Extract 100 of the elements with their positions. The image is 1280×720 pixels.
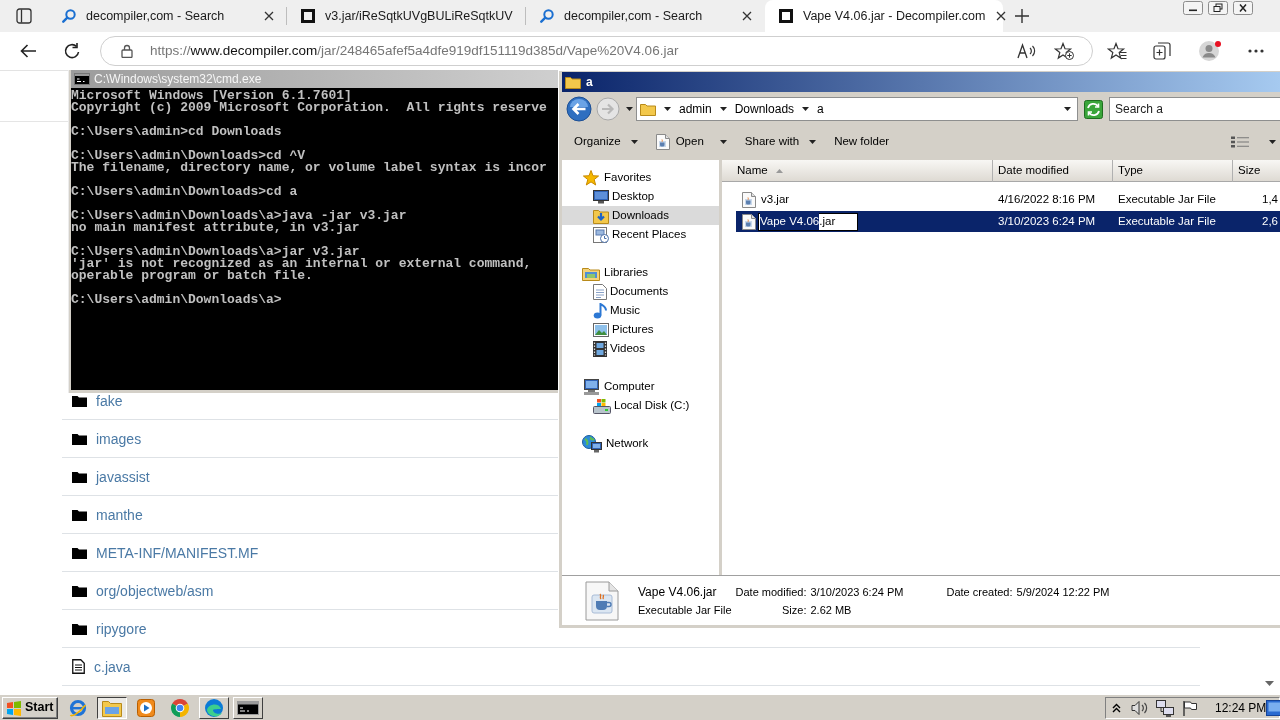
back-icon[interactable] bbox=[19, 43, 37, 59]
nav-item[interactable]: Downloads bbox=[562, 206, 719, 225]
refresh-icon[interactable] bbox=[1084, 99, 1103, 119]
nav-item[interactable]: Libraries bbox=[562, 263, 719, 282]
address-field[interactable]: admin Downloads a bbox=[636, 97, 1078, 121]
entry-link[interactable]: manthe bbox=[96, 506, 143, 523]
favorites-icon[interactable] bbox=[1107, 42, 1127, 60]
taskbar-button[interactable] bbox=[97, 696, 127, 719]
back-icon[interactable] bbox=[566, 96, 592, 122]
console-line: C:\Users\admin\Downloads\a>jar v3.jar bbox=[71, 246, 360, 258]
console-icon bbox=[74, 73, 90, 85]
breadcrumb-item[interactable]: admin bbox=[679, 100, 712, 118]
column-header[interactable]: Date modified bbox=[993, 160, 1113, 182]
nav-item[interactable]: Favorites bbox=[562, 168, 719, 187]
caret-icon[interactable] bbox=[1269, 140, 1276, 144]
column-header[interactable]: Type bbox=[1113, 160, 1233, 182]
new-tab-icon[interactable] bbox=[1015, 9, 1029, 23]
java-file-icon bbox=[742, 191, 756, 208]
column-header[interactable]: Size bbox=[1233, 160, 1280, 182]
search-field[interactable]: Search a bbox=[1109, 97, 1280, 121]
scroll-down-arrow-icon[interactable] bbox=[1265, 681, 1274, 686]
console-line: operable program or batch file. bbox=[71, 270, 314, 282]
nav-item[interactable]: Network bbox=[562, 434, 719, 453]
close-icon[interactable] bbox=[264, 11, 274, 21]
nav-item[interactable]: Computer bbox=[562, 377, 719, 396]
toolbar-button[interactable]: Organize bbox=[570, 130, 642, 154]
browser-tab[interactable]: v3.jar/iReSqtkUVgBULiReSqtkUV bbox=[287, 0, 525, 32]
file-name: Vape V4.06.jar bbox=[638, 583, 718, 601]
lock-icon[interactable] bbox=[121, 44, 133, 58]
clock[interactable]: 12:24 PM bbox=[1215, 698, 1267, 717]
start-button[interactable]: Start bbox=[2, 696, 58, 719]
dropdown-caret-icon[interactable] bbox=[1064, 107, 1071, 111]
star-icon bbox=[582, 168, 600, 187]
entry-link[interactable]: javassist bbox=[96, 468, 150, 485]
speaker-icon[interactable] bbox=[1131, 699, 1149, 716]
breadcrumb-arrow-icon[interactable] bbox=[719, 107, 727, 111]
file-row[interactable]: Vape V4.06.jar 3/10/2023 6:24 PM Executable Jar File 2,6 bbox=[736, 211, 1280, 232]
more-icon[interactable] bbox=[1248, 49, 1264, 53]
nav-item[interactable]: Pictures bbox=[562, 320, 719, 339]
collections-icon[interactable] bbox=[1153, 42, 1171, 60]
film-icon bbox=[593, 340, 607, 357]
file-type: Executable Jar File bbox=[638, 602, 732, 618]
entry-link[interactable]: META-INF/MANIFEST.MF bbox=[96, 544, 259, 561]
file-type: Executable Jar File bbox=[1117, 213, 1217, 229]
toolbar-button[interactable]: New folder bbox=[830, 130, 894, 154]
refresh-icon[interactable] bbox=[63, 42, 81, 60]
toolbar-button[interactable]: Open bbox=[651, 130, 731, 154]
file-name: v3.jar bbox=[761, 191, 790, 207]
folder-icon bbox=[72, 622, 87, 635]
console-line: no main manifest attribute, in v3.jar bbox=[71, 222, 360, 234]
minimize-icon[interactable] bbox=[1183, 1, 1203, 15]
folder-icon bbox=[72, 584, 87, 597]
close-icon[interactable] bbox=[742, 11, 752, 21]
file-row[interactable]: v3.jar 4/16/2022 8:16 PM Executable Jar File 1,4 bbox=[736, 189, 1280, 210]
entry-link[interactable]: ripygore bbox=[96, 620, 147, 637]
java-file-icon bbox=[585, 580, 619, 621]
nav-item[interactable]: Music bbox=[562, 301, 719, 320]
breadcrumb-item[interactable]: Downloads bbox=[734, 100, 795, 118]
detail-value: 5/9/2024 12:22 PM bbox=[1015, 584, 1110, 600]
rename-field[interactable]: Vape V4.06.jar bbox=[758, 212, 858, 231]
view-options-icon[interactable] bbox=[1231, 136, 1249, 148]
breadcrumb-arrow-icon[interactable] bbox=[664, 107, 671, 111]
show-desktop-icon[interactable] bbox=[1266, 699, 1280, 716]
breadcrumb-item[interactable]: a bbox=[817, 100, 824, 118]
restore-icon[interactable] bbox=[1208, 1, 1228, 15]
nav-item[interactable]: Videos bbox=[562, 339, 719, 358]
breadcrumb-arrow-icon[interactable] bbox=[802, 107, 810, 111]
profile-avatar-icon[interactable] bbox=[1198, 40, 1222, 62]
read-aloud-icon[interactable] bbox=[1017, 43, 1037, 59]
detail-value: 2.62 MB bbox=[809, 602, 853, 618]
toolbar-button[interactable]: Share with bbox=[740, 130, 821, 154]
entry-link[interactable]: c.java bbox=[94, 658, 131, 675]
browser-tab[interactable]: Vape V4.06.jar - Decompiler.com bbox=[765, 0, 1003, 32]
window-close-icon[interactable] bbox=[1233, 1, 1253, 15]
browser-tab[interactable]: decompiler,com - Search bbox=[526, 0, 764, 32]
nav-item[interactable]: Documents bbox=[562, 282, 719, 301]
folder-icon bbox=[640, 102, 656, 116]
column-header[interactable]: Name bbox=[722, 160, 993, 182]
recent-pages-caret-icon[interactable] bbox=[626, 107, 633, 111]
console-line: C:\Users\admin\Downloads>cd a bbox=[71, 186, 299, 198]
window-title: a bbox=[586, 74, 593, 91]
nav-item[interactable]: Recent Places bbox=[562, 225, 719, 244]
tab-actions-icon[interactable] bbox=[16, 8, 32, 24]
network-icon[interactable] bbox=[1156, 698, 1174, 717]
square-logo-icon bbox=[779, 9, 793, 23]
browser-tab[interactable]: decompiler,com - Search bbox=[48, 0, 286, 32]
show-hidden-icons-icon[interactable] bbox=[1112, 702, 1121, 713]
flag-icon[interactable] bbox=[1182, 699, 1198, 716]
entry-link[interactable]: org/objectweb/asm bbox=[96, 582, 214, 599]
folder-icon bbox=[72, 470, 87, 483]
document-icon bbox=[593, 283, 607, 300]
entry-link[interactable]: images bbox=[96, 430, 142, 447]
nav-item[interactable]: Desktop bbox=[562, 187, 719, 206]
console-line: Microsoft Windows [Version 6.1.7601] bbox=[71, 90, 352, 102]
console-line: C:\Users\admin\Downloads\a>java -jar v3.jar bbox=[71, 210, 408, 222]
close-icon[interactable] bbox=[995, 11, 1006, 21]
add-favorite-icon[interactable] bbox=[1054, 42, 1074, 60]
entry-link[interactable]: fake bbox=[96, 392, 123, 409]
detail-value: 3/10/2023 6:24 PM bbox=[809, 584, 905, 600]
nav-item[interactable]: Local Disk (C:) bbox=[562, 396, 719, 415]
